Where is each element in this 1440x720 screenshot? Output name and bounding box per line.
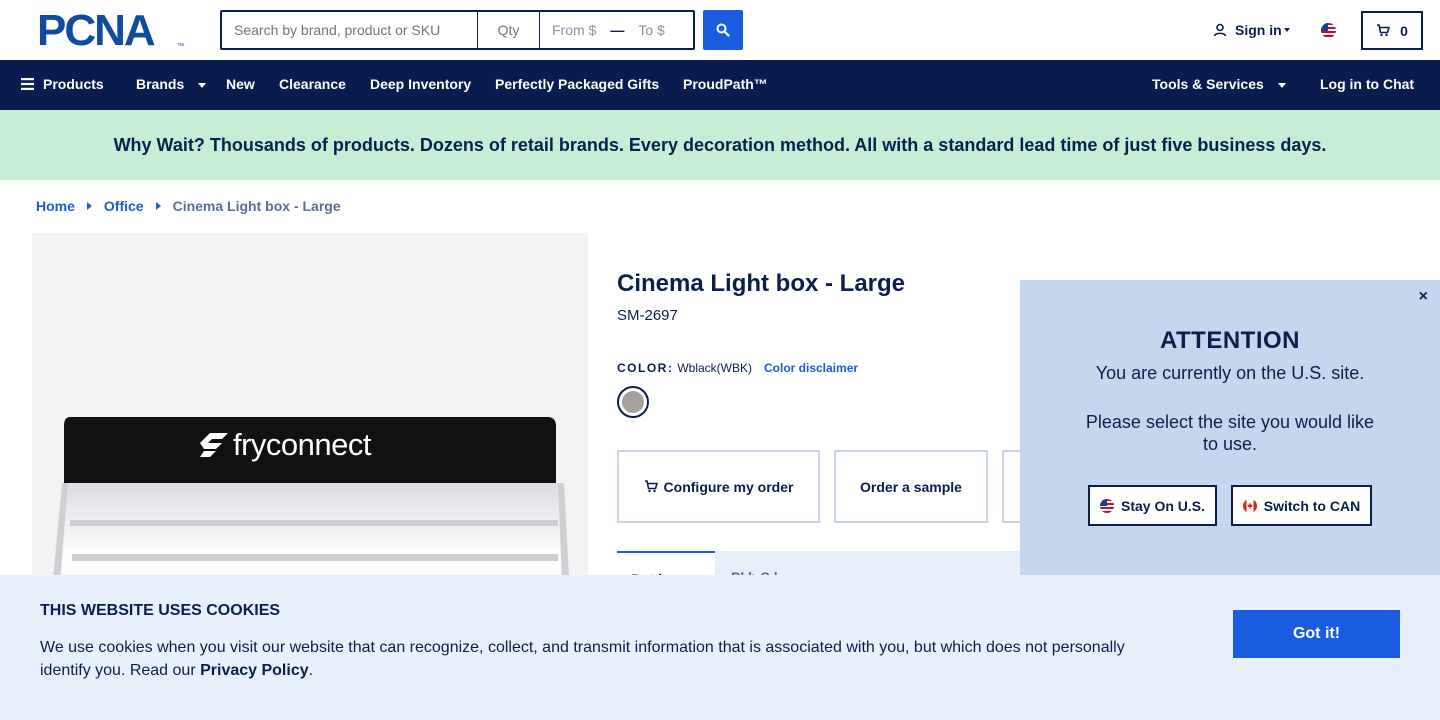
attention-select-site: Please select the site you would like to… bbox=[1085, 412, 1375, 454]
product-sku: SM-2697 bbox=[617, 307, 678, 324]
chevron-down-icon bbox=[198, 82, 207, 88]
nav-tools-services[interactable]: Tools & Services bbox=[1152, 60, 1286, 110]
cart-button[interactable]: 0 bbox=[1361, 11, 1423, 50]
chevron-down-icon bbox=[1283, 28, 1290, 32]
order-sample-label: Order a sample bbox=[860, 478, 962, 495]
configure-order-button[interactable]: Configure my order bbox=[617, 450, 820, 523]
cart-icon bbox=[644, 480, 658, 493]
accept-cookies-button[interactable]: Got it! bbox=[1233, 610, 1400, 658]
promo-banner: Why Wait? Thousands of products. Dozens … bbox=[0, 110, 1440, 180]
order-sample-button[interactable]: Order a sample bbox=[834, 450, 988, 523]
search-button[interactable] bbox=[703, 10, 743, 50]
price-to-field[interactable]: To $ bbox=[638, 22, 664, 38]
canada-flag-icon bbox=[1242, 498, 1257, 513]
logo-text: PCNA bbox=[37, 6, 156, 55]
site-selection-modal: × ATTENTION You are currently on the U.S… bbox=[1020, 280, 1440, 580]
stay-on-us-label: Stay On U.S. bbox=[1120, 497, 1206, 514]
pcna-logo[interactable]: PCNA ™ bbox=[37, 9, 184, 53]
breadcrumb-home[interactable]: Home bbox=[36, 198, 75, 214]
nav-brands[interactable]: Brands bbox=[136, 60, 207, 110]
chevron-down-icon bbox=[1277, 82, 1286, 88]
main-navigation: Products Brands New Clearance Deep Inven… bbox=[0, 60, 1440, 110]
cart-count: 0 bbox=[1400, 22, 1408, 39]
cookie-text: We use cookies when you visit our websit… bbox=[40, 636, 1150, 682]
stay-on-us-button[interactable]: Stay On U.S. bbox=[1088, 485, 1217, 526]
nav-clearance[interactable]: Clearance bbox=[279, 60, 346, 110]
search-icon bbox=[716, 23, 730, 37]
product-title: Cinema Light box - Large bbox=[617, 270, 906, 297]
nav-perfectly-packaged-gifts[interactable]: Perfectly Packaged Gifts bbox=[495, 60, 659, 110]
color-disclaimer-link[interactable]: Color disclaimer bbox=[764, 361, 858, 375]
nav-products-label: Products bbox=[43, 76, 104, 92]
configure-order-label: Configure my order bbox=[663, 478, 794, 495]
hamburger-icon bbox=[21, 78, 34, 90]
cart-icon bbox=[1377, 24, 1390, 37]
switch-to-can-button[interactable]: Switch to CAN bbox=[1231, 485, 1372, 526]
breadcrumb: Home Office Cinema Light box - Large bbox=[36, 198, 341, 214]
swatch-fill bbox=[622, 391, 644, 413]
price-range[interactable]: From $ — To $ bbox=[540, 10, 695, 50]
breadcrumb-current: Cinema Light box - Large bbox=[172, 198, 341, 214]
user-icon bbox=[1213, 23, 1227, 37]
privacy-policy-link[interactable]: Privacy Policy bbox=[200, 662, 309, 679]
price-from-field[interactable]: From $ bbox=[552, 22, 596, 38]
sign-in-button[interactable]: Sign in bbox=[1213, 22, 1290, 38]
chevron-right-icon bbox=[155, 202, 161, 210]
nav-log-in-to-chat[interactable]: Log in to Chat bbox=[1320, 60, 1414, 110]
cookie-banner: THIS WEBSITE USES COOKIES We use cookies… bbox=[0, 575, 1440, 720]
search-input[interactable] bbox=[220, 10, 478, 50]
us-flag-icon bbox=[1099, 498, 1114, 513]
attention-current-site: You are currently on the U.S. site. bbox=[1095, 363, 1365, 383]
cookie-period: . bbox=[308, 662, 314, 679]
qty-input[interactable] bbox=[478, 10, 540, 50]
nav-brands-label: Brands bbox=[136, 76, 185, 92]
nav-tools-label: Tools & Services bbox=[1152, 76, 1264, 92]
site-header: PCNA ™ From $ — To $ Sign in bbox=[0, 0, 1440, 60]
price-separator: — bbox=[610, 22, 625, 38]
sign-in-label: Sign in bbox=[1235, 22, 1282, 38]
color-label: COLOR: bbox=[617, 361, 674, 375]
logo-trademark: ™ bbox=[177, 43, 184, 50]
cookie-title: THIS WEBSITE USES COOKIES bbox=[40, 602, 281, 619]
breadcrumb-office[interactable]: Office bbox=[104, 198, 144, 214]
color-row: COLOR: Wblack(WBK) Color disclaimer bbox=[617, 361, 858, 375]
us-flag-icon[interactable] bbox=[1321, 23, 1336, 38]
image-logo-text: fryconnect bbox=[233, 427, 372, 462]
promo-text: Why Wait? Thousands of products. Dozens … bbox=[113, 134, 1327, 155]
nav-products[interactable]: Products bbox=[21, 60, 104, 110]
switch-to-can-label: Switch to CAN bbox=[1263, 497, 1361, 514]
close-icon[interactable]: × bbox=[1419, 288, 1428, 306]
nav-new[interactable]: New bbox=[226, 60, 255, 110]
chevron-right-icon bbox=[86, 202, 92, 210]
color-value: Wblack(WBK) bbox=[677, 361, 752, 375]
nav-proudpath[interactable]: ProudPath™ bbox=[683, 60, 768, 110]
search-bar: From $ — To $ bbox=[220, 10, 695, 50]
color-swatch[interactable] bbox=[617, 386, 649, 418]
attention-title: ATTENTION bbox=[1159, 327, 1301, 354]
nav-deep-inventory[interactable]: Deep Inventory bbox=[370, 60, 471, 110]
